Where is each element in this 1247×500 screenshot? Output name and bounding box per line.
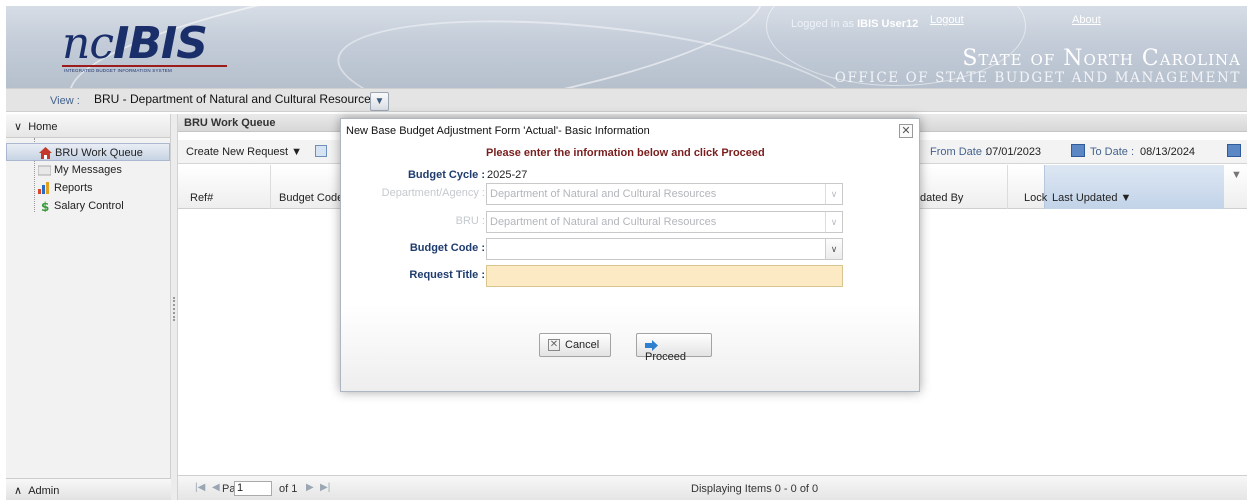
logo-tagline: INTEGRATED BUDGET INFORMATION SYSTEM <box>64 68 172 73</box>
chevron-down-icon: ▼ <box>374 96 385 107</box>
about-link[interactable]: About <box>1072 14 1101 26</box>
dollar-icon: $ <box>41 200 49 212</box>
request-title-input[interactable] <box>486 265 843 287</box>
from-date-label: From Date : <box>930 146 989 158</box>
bar-chart-icon <box>38 182 49 194</box>
view-icon[interactable] <box>315 145 327 157</box>
logged-in-user: IBIS User12 <box>857 18 919 30</box>
prev-page-icon[interactable]: ◀ <box>212 482 220 493</box>
drag-handle-icon <box>173 297 175 321</box>
basic-info-dialog: New Base Budget Adjustment Form 'Actual'… <box>340 118 920 392</box>
close-icon[interactable]: ✕ <box>899 124 913 138</box>
left-nav: ∨ Home BRU Work Queue My Messages Report… <box>6 114 171 500</box>
ncibis-logo: ncIBIS INTEGRATED BUDGET INFORMATION SYS… <box>62 18 227 73</box>
column-header-updated-by[interactable]: dated By <box>920 192 963 204</box>
message-icon <box>38 165 51 176</box>
nav-item-salary-control[interactable]: $ Salary Control <box>6 197 170 215</box>
budget-code-select[interactable]: ∨ <box>486 238 843 260</box>
chevron-up-icon: ∧ <box>14 485 23 497</box>
budget-code-row: Budget Code : ∨ <box>341 238 921 260</box>
nav-home-header[interactable]: ∨ Home <box>6 114 170 138</box>
bru-row: BRU : Department of Natural and Cultural… <box>341 211 921 233</box>
svg-text:$: $ <box>41 200 49 212</box>
dialog-instruction: Please enter the information below and c… <box>486 147 765 159</box>
request-title-label: Request Title : <box>409 269 485 281</box>
budget-cycle-value: 2025-27 <box>487 169 528 181</box>
dialog-title: New Base Budget Adjustment Form 'Actual'… <box>346 125 650 137</box>
column-header-lock[interactable]: Lock <box>1024 192 1047 204</box>
cancel-icon: ✕ <box>548 339 560 352</box>
chevron-down-icon: ∨ <box>825 184 842 204</box>
bru-label: BRU : <box>455 215 485 227</box>
chevron-down-icon[interactable]: ∨ <box>825 239 842 259</box>
chevron-down-icon: ∨ <box>825 212 842 232</box>
displaying-items: Displaying Items 0 - 0 of 0 <box>691 483 819 495</box>
budget-code-label: Budget Code : <box>409 242 485 254</box>
bru-select: Department of Natural and Cultural Resou… <box>486 211 843 233</box>
office-title: OFFICE OF STATE BUDGET AND MANAGEMENT <box>834 70 1241 86</box>
calendar-icon[interactable] <box>1071 144 1085 157</box>
arrow-right-icon <box>645 339 658 351</box>
department-label: Department/Agency : <box>381 187 485 199</box>
first-page-icon[interactable]: |◀ <box>195 482 205 493</box>
proceed-button[interactable]: Proceed <box>636 333 712 363</box>
logo-nc: nc <box>62 18 114 69</box>
calendar-icon[interactable] <box>1227 144 1241 157</box>
department-row: Department/Agency : Department of Natura… <box>341 183 921 205</box>
logo-ibis: IBIS <box>112 18 208 69</box>
last-page-icon[interactable]: ▶| <box>320 482 330 493</box>
budget-cycle-label: Budget Cycle : <box>407 169 485 181</box>
column-header-last-updated[interactable]: Last Updated ▼ <box>1052 192 1131 204</box>
page-of-label: of 1 <box>279 483 298 495</box>
page-input[interactable]: 1 <box>234 481 272 496</box>
view-select-value[interactable]: BRU - Department of Natural and Cultural… <box>94 92 377 106</box>
view-label: View : <box>50 95 80 107</box>
to-date-label: To Date : <box>1090 146 1135 158</box>
logout-link[interactable]: Logout <box>930 14 964 26</box>
create-new-request-button[interactable]: Create New Request ▼ <box>186 146 302 158</box>
next-page-icon[interactable]: ▶ <box>306 482 314 493</box>
login-info: Logged in as IBIS User12 <box>791 18 919 30</box>
to-date-input[interactable]: 08/13/2024 <box>1140 146 1195 158</box>
nav-item-reports[interactable]: Reports <box>6 179 170 197</box>
nav-item-my-messages[interactable]: My Messages <box>6 161 170 179</box>
column-header-budget-code[interactable]: Budget Code <box>279 192 343 204</box>
request-title-row: Request Title : <box>341 265 921 287</box>
state-title: State of North Carolina <box>962 46 1241 71</box>
nav-admin-header[interactable]: ∧ Admin <box>6 478 171 500</box>
chevron-down-icon: ∨ <box>14 121 23 133</box>
view-dropdown-button[interactable]: ▼ <box>370 92 389 111</box>
app-header: ncIBIS INTEGRATED BUDGET INFORMATION SYS… <box>6 6 1247 88</box>
home-icon <box>39 147 52 159</box>
department-select: Department of Natural and Cultural Resou… <box>486 183 843 205</box>
filter-icon[interactable]: ▼ <box>1231 169 1242 181</box>
view-bar: View : BRU - Department of Natural and C… <box>6 88 1247 112</box>
nav-item-bru-work-queue[interactable]: BRU Work Queue <box>6 143 170 161</box>
from-date-input[interactable]: 07/01/2023 <box>986 146 1041 158</box>
pager: |◀ ◀ Page 1 of 1 ▶ ▶| Displaying Items 0… <box>178 475 1247 500</box>
column-header-ref[interactable]: Ref# <box>190 192 213 204</box>
panel-splitter[interactable] <box>171 114 178 500</box>
cancel-button[interactable]: ✕ Cancel <box>539 333 611 357</box>
